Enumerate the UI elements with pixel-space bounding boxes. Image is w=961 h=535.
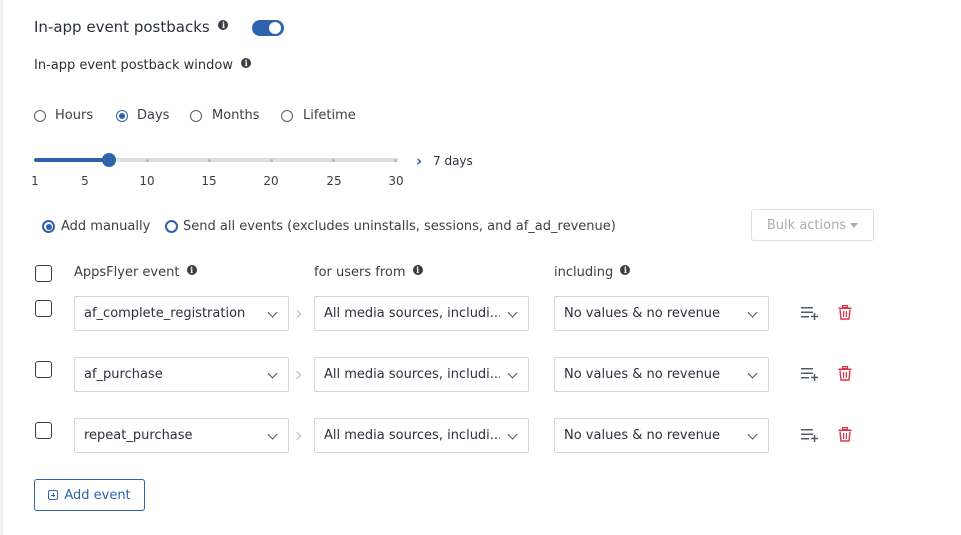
including-select[interactable]: No values & no revenue bbox=[554, 357, 769, 392]
chevron-down-icon bbox=[747, 368, 758, 379]
radio-lifetime[interactable] bbox=[281, 110, 293, 122]
users-select-value: All media sources, includi... bbox=[324, 306, 500, 321]
chevron-right-icon: › bbox=[416, 152, 423, 170]
users-select-value: All media sources, includi... bbox=[324, 428, 500, 443]
section-title-text: In-app event postbacks bbox=[34, 18, 210, 36]
col-header-users: for users from i bbox=[314, 265, 423, 280]
radio-label-days[interactable]: Days bbox=[137, 108, 169, 123]
add-event-label: Add event bbox=[64, 487, 131, 503]
radio-label-hours[interactable]: Hours bbox=[55, 108, 93, 123]
slider-step-dot bbox=[332, 158, 335, 162]
including-select[interactable]: No values & no revenue bbox=[554, 296, 769, 331]
including-select[interactable]: No values & no revenue bbox=[554, 418, 769, 453]
radio-hours[interactable] bbox=[34, 110, 46, 122]
row-checkbox[interactable] bbox=[35, 422, 52, 439]
chevron-right-icon bbox=[292, 309, 302, 319]
slider-tick-label: 1 bbox=[31, 174, 39, 188]
radio-send-all-events[interactable] bbox=[165, 220, 178, 233]
including-select-value: No values & no revenue bbox=[564, 306, 721, 321]
trash-icon[interactable] bbox=[838, 366, 852, 381]
col-header-event: AppsFlyer event i bbox=[74, 265, 197, 280]
event-select[interactable]: af_complete_registration bbox=[74, 296, 289, 331]
slider-tick-label: 10 bbox=[139, 174, 155, 188]
add-row-icon[interactable] bbox=[801, 306, 819, 320]
bulk-actions-label: Bulk actions bbox=[766, 217, 847, 233]
event-select[interactable]: af_purchase bbox=[74, 357, 289, 392]
users-select[interactable]: All media sources, includi... bbox=[314, 418, 529, 453]
left-border bbox=[0, 0, 3, 535]
chevron-down-icon bbox=[747, 429, 758, 440]
bulk-actions-button[interactable]: Bulk actions bbox=[751, 209, 874, 241]
radio-add-manually[interactable] bbox=[42, 220, 55, 233]
window-label: In-app event postback window i bbox=[34, 58, 252, 73]
radio-days[interactable] bbox=[116, 110, 128, 122]
slider-tick-label: 15 bbox=[201, 174, 217, 188]
including-select-value: No values & no revenue bbox=[564, 428, 721, 443]
info-icon[interactable]: i bbox=[412, 265, 423, 275]
info-icon[interactable]: i bbox=[241, 58, 252, 68]
col-header-users-text: for users from bbox=[314, 265, 406, 280]
slider-tick-label: 5 bbox=[81, 174, 89, 188]
col-header-event-text: AppsFlyer event bbox=[74, 265, 180, 280]
postbacks-toggle[interactable] bbox=[252, 20, 284, 36]
chevron-right-icon bbox=[292, 370, 302, 380]
users-select-value: All media sources, includi... bbox=[324, 367, 500, 382]
chevron-down-icon bbox=[507, 429, 518, 440]
chevron-down-icon bbox=[267, 368, 278, 379]
window-slider-fill bbox=[34, 158, 109, 162]
users-select[interactable]: All media sources, includi... bbox=[314, 357, 529, 392]
slider-step-dot bbox=[270, 158, 273, 162]
info-icon[interactable]: i bbox=[186, 265, 197, 275]
trash-icon[interactable] bbox=[838, 305, 852, 320]
slider-step-dot bbox=[146, 158, 149, 162]
chevron-down-icon bbox=[507, 368, 518, 379]
toggle-knob bbox=[269, 22, 281, 34]
row-checkbox[interactable] bbox=[35, 300, 52, 317]
section-title: In-app event postbacks i bbox=[34, 18, 229, 36]
window-slider-thumb[interactable] bbox=[101, 153, 116, 167]
col-header-including: including i bbox=[554, 265, 631, 280]
plus-square-icon bbox=[48, 490, 59, 500]
including-select-value: No values & no revenue bbox=[564, 367, 721, 382]
radio-months[interactable] bbox=[190, 110, 202, 122]
add-row-icon[interactable] bbox=[801, 367, 819, 381]
chevron-down-icon bbox=[267, 307, 278, 318]
slider-tick-label: 30 bbox=[388, 174, 404, 188]
window-label-text: In-app event postback window bbox=[34, 58, 233, 73]
slider-value-label: 7 days bbox=[433, 154, 473, 168]
caret-down-icon bbox=[850, 222, 859, 228]
slider-tick-label: 25 bbox=[326, 174, 342, 188]
select-all-checkbox[interactable] bbox=[35, 265, 52, 282]
event-select-value: repeat_purchase bbox=[84, 428, 193, 443]
users-select[interactable]: All media sources, includi... bbox=[314, 296, 529, 331]
slider-step-dot bbox=[394, 158, 397, 162]
chevron-down-icon bbox=[507, 307, 518, 318]
radio-label-months[interactable]: Months bbox=[212, 108, 260, 123]
slider-tick-label: 20 bbox=[263, 174, 279, 188]
chevron-right-icon bbox=[292, 431, 302, 441]
radio-label-send-all-events[interactable]: Send all events (excludes uninstalls, se… bbox=[183, 219, 616, 234]
event-select-value: af_purchase bbox=[84, 367, 163, 382]
add-event-button[interactable]: Add event bbox=[34, 479, 145, 511]
radio-label-add-manually[interactable]: Add manually bbox=[61, 219, 150, 234]
chevron-down-icon bbox=[267, 429, 278, 440]
row-checkbox[interactable] bbox=[35, 361, 52, 378]
event-select[interactable]: repeat_purchase bbox=[74, 418, 289, 453]
add-row-icon[interactable] bbox=[801, 428, 819, 442]
info-icon[interactable]: i bbox=[218, 20, 229, 30]
slider-step-dot bbox=[208, 158, 211, 162]
chevron-down-icon bbox=[747, 307, 758, 318]
info-icon[interactable]: i bbox=[620, 265, 631, 275]
radio-label-lifetime[interactable]: Lifetime bbox=[303, 108, 356, 123]
event-select-value: af_complete_registration bbox=[84, 306, 246, 321]
col-header-including-text: including bbox=[554, 265, 614, 280]
trash-icon[interactable] bbox=[838, 427, 852, 442]
